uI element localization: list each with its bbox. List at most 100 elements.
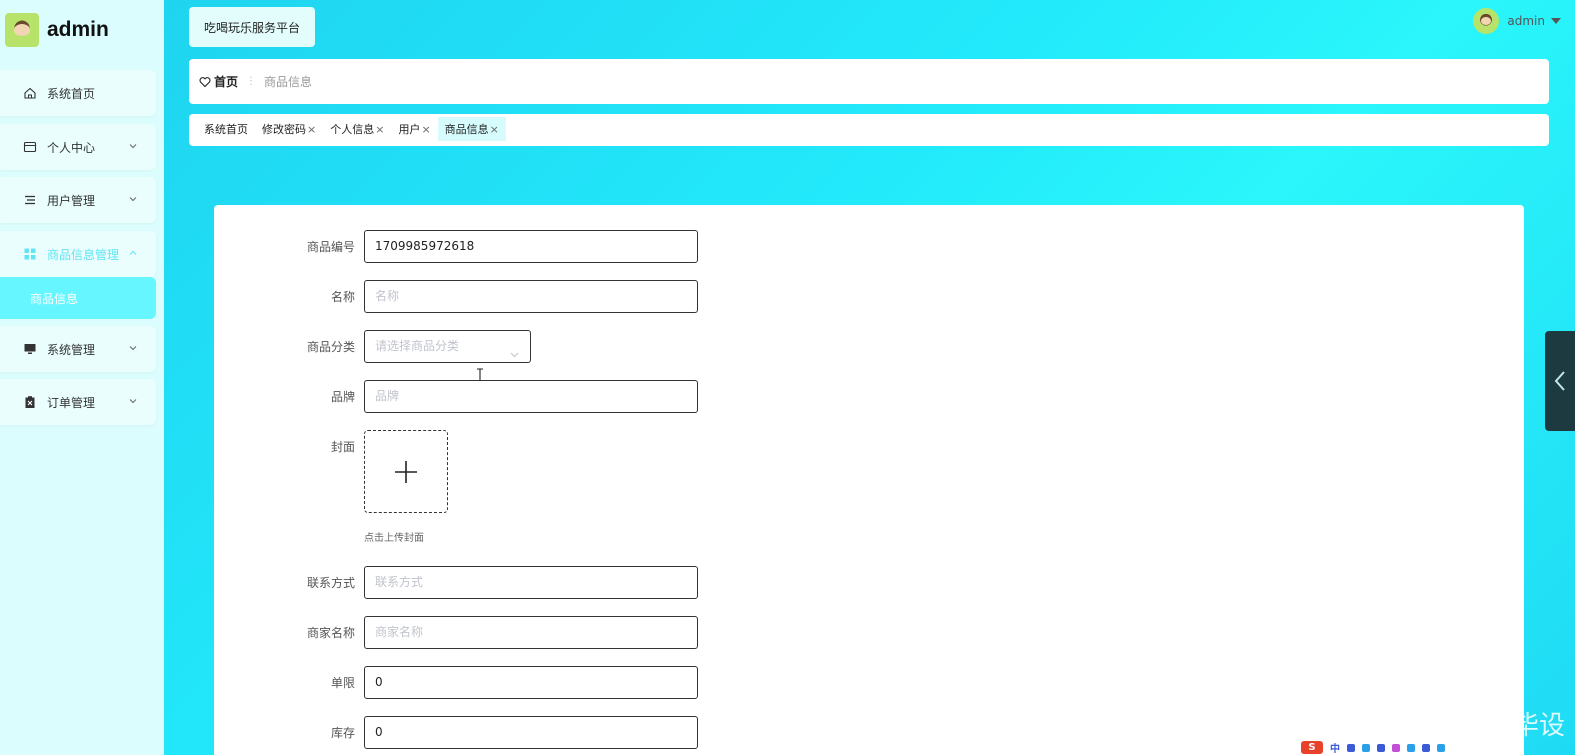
breadcrumb-home[interactable]: 首页 bbox=[199, 73, 238, 90]
form-row-contact: 联系方式 联系方式 bbox=[214, 566, 914, 600]
tab-label: 修改密码 bbox=[262, 123, 306, 136]
breadcrumb: 首页 ⋮ 商品信息 bbox=[189, 59, 1549, 104]
brand-field[interactable]: 品牌 bbox=[364, 380, 698, 413]
list-icon bbox=[22, 192, 38, 208]
sidebar-item-user-management[interactable]: 用户管理 bbox=[0, 177, 156, 223]
close-icon[interactable]: × bbox=[421, 123, 430, 136]
category-select[interactable]: 请选择商品分类 bbox=[364, 330, 531, 363]
category-placeholder: 请选择商品分类 bbox=[375, 339, 460, 353]
tabs-bar: 系统首页 修改密码 × 个人信息 × 用户 × 商品信息 × bbox=[189, 114, 1549, 146]
breadcrumb-home-label: 首页 bbox=[214, 75, 239, 89]
sidebar-item-label: 系统首页 bbox=[47, 86, 96, 101]
skin-icon[interactable] bbox=[1392, 743, 1400, 752]
ime-logo[interactable]: S bbox=[1301, 741, 1323, 754]
chevron-down-icon bbox=[128, 140, 138, 154]
clipboard-icon bbox=[22, 394, 38, 410]
brand-avatar bbox=[5, 13, 39, 47]
sidebar-subitem-label: 商品信息 bbox=[30, 291, 79, 306]
sidebar: admin 系统首页 个人中心 用户管理 商品信息管理 商品信息 系统管理 订单… bbox=[0, 0, 164, 755]
chevron-up-icon bbox=[128, 247, 138, 261]
close-icon[interactable]: × bbox=[490, 123, 499, 136]
form-row-product-no: 商品编号 1709985972618 bbox=[214, 230, 914, 264]
keyboard-icon[interactable] bbox=[1377, 743, 1385, 752]
form-row-name: 名称 名称 bbox=[214, 280, 914, 382]
merchant-field[interactable]: 商家名称 bbox=[364, 616, 698, 649]
product-no-label: 商品编号 bbox=[306, 240, 355, 254]
watermark: CSDN @亦月学姐毕设 bbox=[1300, 711, 1565, 741]
sidebar-item-label: 系统管理 bbox=[47, 342, 96, 357]
tab-label: 商品信息 bbox=[444, 123, 489, 136]
avatar bbox=[1473, 8, 1500, 34]
home-icon bbox=[22, 85, 38, 101]
sidebar-item-label: 商品信息管理 bbox=[47, 247, 120, 262]
main-area: 吃喝玩乐服务平台 admin 首页 ⋮ 商品信息 系统首页 修改密码 × 个人信… bbox=[164, 0, 1575, 755]
caret-down-icon bbox=[1551, 18, 1561, 24]
sidebar-item-system-management[interactable]: 系统管理 bbox=[0, 326, 156, 372]
form-row-category: 商品分类 请选择商品分类 bbox=[214, 330, 914, 364]
sidebar-item-label: 用户管理 bbox=[47, 193, 96, 208]
cover-label: 封面 bbox=[330, 440, 355, 454]
tab-product-info[interactable]: 商品信息 × bbox=[437, 117, 506, 141]
sidebar-item-label: 订单管理 bbox=[47, 395, 96, 410]
contact-label: 联系方式 bbox=[306, 576, 355, 590]
form-row-brand: 品牌 品牌 bbox=[214, 380, 914, 414]
tab-home[interactable]: 系统首页 bbox=[197, 117, 255, 141]
plus-icon bbox=[395, 460, 417, 483]
limit-label: 单限 bbox=[330, 676, 355, 690]
stock-field[interactable]: 0 bbox=[364, 716, 698, 749]
ime-toolbar[interactable]: S 中 bbox=[1297, 740, 1483, 755]
sidebar-subitem-product-info[interactable]: 商品信息 bbox=[0, 277, 156, 319]
chevron-down-icon bbox=[128, 342, 138, 356]
sidebar-item-label: 个人中心 bbox=[47, 140, 96, 155]
tab-personal-info[interactable]: 个人信息 × bbox=[323, 117, 391, 141]
cover-upload-button[interactable] bbox=[364, 430, 448, 513]
form-row-cover: 封面 点击上传封面 bbox=[214, 430, 914, 550]
toolbox-icon[interactable] bbox=[1422, 743, 1430, 752]
sidebar-item-product-management[interactable]: 商品信息管理 bbox=[0, 231, 156, 277]
chevron-left-icon bbox=[1554, 371, 1565, 391]
close-icon[interactable]: × bbox=[375, 123, 384, 136]
name-field[interactable]: 名称 bbox=[364, 280, 698, 313]
brand-title: admin bbox=[47, 18, 109, 41]
emoji-icon[interactable] bbox=[1407, 743, 1415, 752]
close-icon[interactable]: × bbox=[307, 123, 316, 136]
category-label: 商品分类 bbox=[306, 340, 355, 354]
side-panel-toggle[interactable] bbox=[1545, 331, 1575, 431]
breadcrumb-separator-icon: ⋮ bbox=[246, 76, 257, 87]
sidebar-item-order-management[interactable]: 订单管理 bbox=[0, 379, 156, 425]
form-row-stock: 库存 0 bbox=[214, 716, 914, 750]
tab-label: 用户 bbox=[398, 123, 421, 136]
name-label: 名称 bbox=[330, 290, 355, 304]
monitor-icon bbox=[22, 341, 38, 357]
platform-name: 吃喝玩乐服务平台 bbox=[189, 7, 315, 47]
form-row-merchant: 商家名称 商家名称 bbox=[214, 616, 914, 650]
chevron-down-icon bbox=[128, 395, 138, 409]
chevron-down-icon bbox=[128, 193, 138, 207]
chevron-down-icon bbox=[509, 341, 520, 372]
product-no-field[interactable]: 1709985972618 bbox=[364, 230, 698, 263]
cover-upload-hint: 点击上传封面 bbox=[364, 533, 424, 544]
sidebar-item-personal-center[interactable]: 个人中心 bbox=[0, 124, 156, 170]
contact-field[interactable]: 联系方式 bbox=[364, 566, 698, 599]
form-row-limit: 单限 0 bbox=[214, 666, 914, 700]
merchant-label: 商家名称 bbox=[306, 626, 355, 640]
ime-language[interactable]: 中 bbox=[1330, 740, 1340, 755]
grid-icon bbox=[22, 246, 38, 262]
punctuation-icon[interactable] bbox=[1347, 743, 1355, 752]
tab-label: 系统首页 bbox=[204, 123, 248, 136]
sidebar-item-home[interactable]: 系统首页 bbox=[0, 70, 156, 116]
breadcrumb-current: 商品信息 bbox=[264, 75, 313, 89]
brand: admin bbox=[5, 12, 109, 48]
product-form: 商品编号 1709985972618 名称 名称 商品分类 请选择商品分类 品牌… bbox=[214, 205, 1524, 755]
settings-icon[interactable] bbox=[1437, 743, 1445, 752]
tab-change-password[interactable]: 修改密码 × bbox=[255, 117, 323, 141]
user-name: admin bbox=[1507, 14, 1545, 28]
limit-field[interactable]: 0 bbox=[364, 666, 698, 699]
id-card-icon bbox=[22, 139, 38, 155]
brand-label: 品牌 bbox=[330, 390, 355, 404]
stock-label: 库存 bbox=[330, 726, 355, 740]
tab-user[interactable]: 用户 × bbox=[391, 117, 437, 141]
user-menu[interactable]: admin bbox=[1473, 8, 1561, 34]
heart-icon bbox=[199, 76, 211, 87]
voice-icon[interactable] bbox=[1362, 743, 1370, 752]
